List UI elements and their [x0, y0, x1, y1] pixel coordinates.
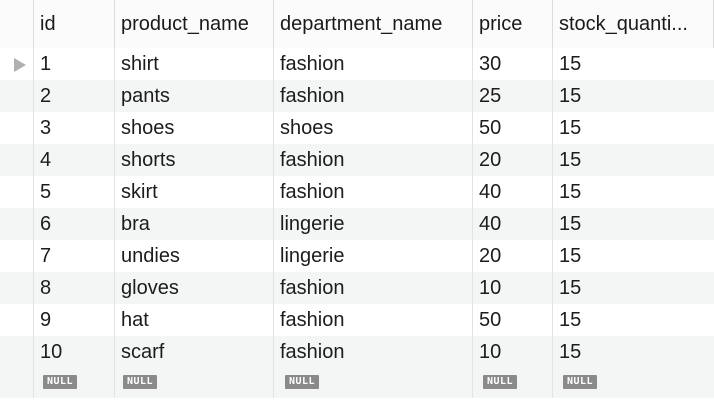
table-row[interactable]: 3 shoes shoes 50 15 [0, 112, 714, 144]
cell-product-name[interactable]: gloves [115, 272, 274, 304]
cell-stock-quantity-null[interactable]: NULL [553, 368, 714, 398]
cell-id[interactable]: 6 [34, 208, 115, 240]
cell-product-name-null[interactable]: NULL [115, 368, 274, 398]
cell-product-name[interactable]: skirt [115, 176, 274, 208]
header-gutter [0, 0, 34, 48]
cell-product-name[interactable]: scarf [115, 336, 274, 368]
cell-stock-quantity[interactable]: 15 [553, 176, 714, 208]
cell-product-name[interactable]: undies [115, 240, 274, 272]
cell-stock-quantity[interactable]: 15 [553, 240, 714, 272]
cell-department-name[interactable]: lingerie [274, 240, 473, 272]
cell-stock-quantity[interactable]: 15 [553, 48, 714, 80]
null-badge: NULL [123, 374, 158, 389]
row-gutter [0, 176, 34, 208]
cell-id[interactable]: 8 [34, 272, 115, 304]
cell-id[interactable]: 5 [34, 176, 115, 208]
cell-stock-quantity[interactable]: 15 [553, 336, 714, 368]
cell-price[interactable]: 50 [473, 304, 553, 336]
cell-stock-quantity[interactable]: 15 [553, 208, 714, 240]
cell-id[interactable]: 9 [34, 304, 115, 336]
cell-product-name[interactable]: hat [115, 304, 274, 336]
column-header-price[interactable]: price [473, 0, 553, 48]
cell-department-name[interactable]: fashion [274, 336, 473, 368]
column-header-id[interactable]: id [34, 0, 115, 48]
new-row[interactable]: NULL NULL NULL NULL NULL [0, 368, 714, 398]
table-row[interactable]: 5 skirt fashion 40 15 [0, 176, 714, 208]
cell-department-name[interactable]: fashion [274, 144, 473, 176]
cell-id[interactable]: 10 [34, 336, 115, 368]
cell-department-name[interactable]: shoes [274, 112, 473, 144]
row-gutter [0, 240, 34, 272]
column-header-label: product_name [121, 13, 249, 35]
column-header-label: department_name [280, 13, 443, 35]
cell-department-name[interactable]: fashion [274, 48, 473, 80]
cell-product-name[interactable]: shirt [115, 48, 274, 80]
cell-department-name-null[interactable]: NULL [274, 368, 473, 398]
cell-price[interactable]: 40 [473, 176, 553, 208]
table-row[interactable]: 9 hat fashion 50 15 [0, 304, 714, 336]
triangle-right-icon [14, 58, 26, 72]
column-header-product-name[interactable]: product_name [115, 0, 274, 48]
table-row[interactable]: 7 undies lingerie 20 15 [0, 240, 714, 272]
cell-department-name[interactable]: fashion [274, 176, 473, 208]
null-badge: NULL [285, 374, 320, 389]
table-row[interactable]: 2 pants fashion 25 15 [0, 80, 714, 112]
row-gutter [0, 144, 34, 176]
table-row[interactable]: 8 gloves fashion 10 15 [0, 272, 714, 304]
cell-price[interactable]: 40 [473, 208, 553, 240]
cell-product-name[interactable]: shoes [115, 112, 274, 144]
cell-price-null[interactable]: NULL [473, 368, 553, 398]
cell-stock-quantity[interactable]: 15 [553, 144, 714, 176]
table-row[interactable]: 1 shirt fashion 30 15 [0, 48, 714, 80]
column-header-department-name[interactable]: department_name [274, 0, 473, 48]
table-row[interactable]: 10 scarf fashion 10 15 [0, 336, 714, 368]
cell-price[interactable]: 20 [473, 240, 553, 272]
cell-id[interactable]: 4 [34, 144, 115, 176]
cell-stock-quantity[interactable]: 15 [553, 80, 714, 112]
row-gutter [0, 208, 34, 240]
cell-product-name[interactable]: bra [115, 208, 274, 240]
null-badge: NULL [563, 374, 598, 389]
cell-id[interactable]: 1 [34, 48, 115, 80]
column-header-label: stock_quanti... [559, 13, 688, 35]
null-badge: NULL [43, 374, 78, 389]
cell-price[interactable]: 10 [473, 272, 553, 304]
cell-id-null[interactable]: NULL [34, 368, 115, 398]
cell-stock-quantity[interactable]: 15 [553, 304, 714, 336]
cell-id[interactable]: 7 [34, 240, 115, 272]
cell-department-name[interactable]: lingerie [274, 208, 473, 240]
cell-department-name[interactable]: fashion [274, 272, 473, 304]
row-gutter [0, 272, 34, 304]
column-header-label: price [479, 13, 523, 35]
cell-price[interactable]: 10 [473, 336, 553, 368]
cell-price[interactable]: 50 [473, 112, 553, 144]
row-gutter [0, 48, 34, 80]
null-badge: NULL [483, 374, 518, 389]
column-header-label: id [40, 13, 56, 35]
table-row[interactable]: 4 shorts fashion 20 15 [0, 144, 714, 176]
row-gutter [0, 112, 34, 144]
cell-price[interactable]: 30 [473, 48, 553, 80]
row-gutter [0, 368, 34, 398]
cell-id[interactable]: 2 [34, 80, 115, 112]
cell-product-name[interactable]: pants [115, 80, 274, 112]
cell-price[interactable]: 20 [473, 144, 553, 176]
cell-stock-quantity[interactable]: 15 [553, 272, 714, 304]
cell-department-name[interactable]: fashion [274, 304, 473, 336]
cell-department-name[interactable]: fashion [274, 80, 473, 112]
cell-product-name[interactable]: shorts [115, 144, 274, 176]
result-grid: id product_name department_name price st… [0, 0, 714, 402]
row-gutter [0, 80, 34, 112]
row-gutter [0, 304, 34, 336]
cell-id[interactable]: 3 [34, 112, 115, 144]
row-gutter [0, 336, 34, 368]
cell-stock-quantity[interactable]: 15 [553, 112, 714, 144]
grid-header: id product_name department_name price st… [0, 0, 714, 48]
column-header-stock-quantity[interactable]: stock_quanti... [553, 0, 714, 48]
cell-price[interactable]: 25 [473, 80, 553, 112]
table-row[interactable]: 6 bra lingerie 40 15 [0, 208, 714, 240]
